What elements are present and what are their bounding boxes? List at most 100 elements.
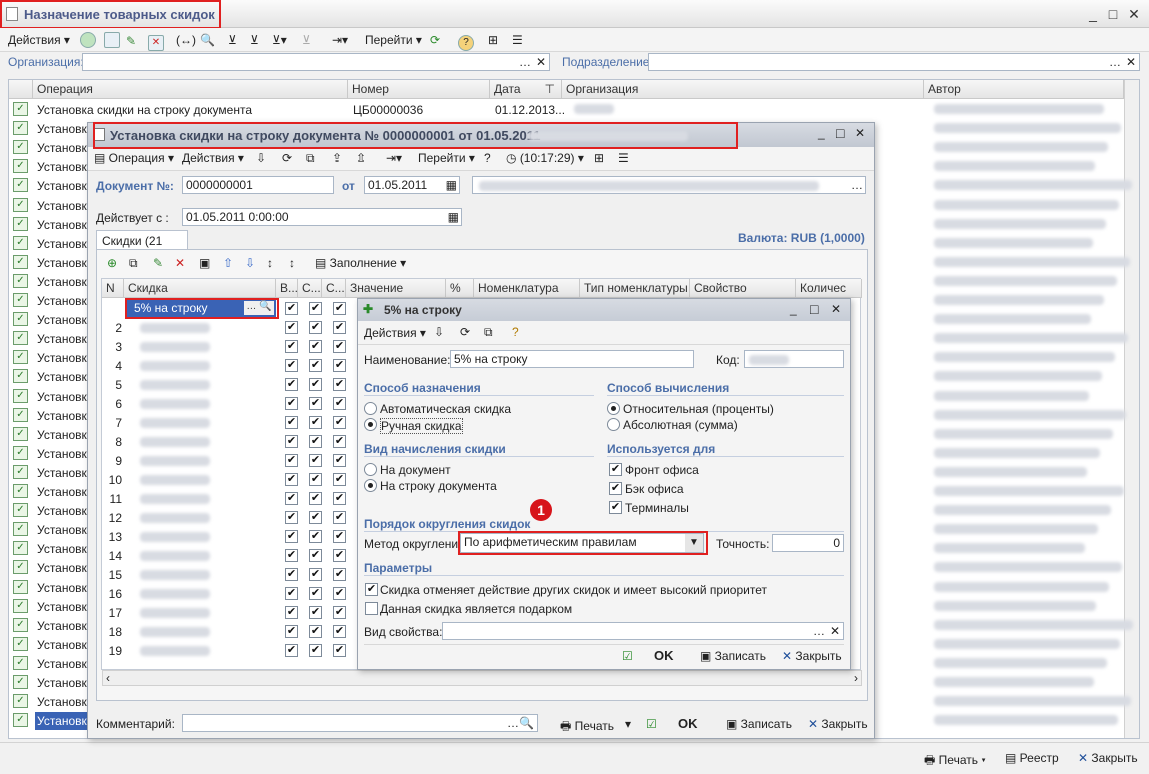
grid-checkbox[interactable]: ✔ [333,549,346,562]
grid-checkbox[interactable]: ✔ [333,587,346,600]
accrual-line-radio[interactable] [364,479,377,492]
grid-checkbox[interactable]: ✔ [309,435,322,448]
col-number[interactable]: Номер [348,80,490,99]
grid-checkbox[interactable]: ✔ [285,378,298,391]
add-icon[interactable]: ⊕ [107,256,117,270]
filter-clear-icon[interactable]: ⊻ [302,31,311,49]
grid-col-header[interactable]: N [102,279,124,298]
grid-checkbox[interactable]: ✔ [285,492,298,505]
grid-checkbox[interactable]: ✔ [285,625,298,638]
help-icon[interactable]: ? [458,32,474,51]
based-on-icon[interactable]: ⇪ [332,151,342,165]
help-icon[interactable]: ? [484,151,491,165]
grid-checkbox[interactable]: ✔ [333,644,346,657]
code-field[interactable] [744,350,844,368]
delete-icon[interactable]: ✕ [148,32,164,51]
grid-checkbox[interactable]: ✔ [309,492,322,505]
grid-checkbox[interactable]: ✔ [333,302,346,315]
grid-checkbox[interactable]: ✔ [285,321,298,334]
refresh-icon[interactable]: ⟳ [460,325,470,339]
maximize-icon[interactable]: □ [836,125,844,141]
grid-checkbox[interactable]: ✔ [333,530,346,543]
print-button[interactable]: 🖶 Печать ▾ [924,751,986,772]
grid-col-header[interactable]: Количес [796,279,862,298]
move-down-icon[interactable]: ⇩ [245,256,255,270]
refresh-icon[interactable]: ⟳ [282,151,292,165]
grid-checkbox[interactable]: ✔ [333,511,346,524]
copy-icon[interactable]: ⧉ [129,256,138,271]
grid-checkbox[interactable]: ✔ [285,568,298,581]
post-icon[interactable]: ⇩ [256,151,266,165]
tree-icon[interactable]: ⊞ [488,31,498,49]
grid-checkbox[interactable]: ✔ [333,397,346,410]
ok-button[interactable]: OK [654,648,674,663]
grid-checkbox[interactable]: ✔ [285,340,298,353]
add-icon[interactable] [80,32,96,50]
used-front-checkbox[interactable]: ✔ [609,463,622,476]
edit-icon[interactable]: ✎ [126,32,136,50]
grid-checkbox[interactable]: ✔ [285,397,298,410]
grid-checkbox[interactable]: ✔ [333,435,346,448]
close-button[interactable]: ✕ Закрыть [808,717,868,731]
grid-checkbox[interactable]: ✔ [333,568,346,581]
grid-checkbox[interactable]: ✔ [285,511,298,524]
grid-checkbox[interactable]: ✔ [285,359,298,372]
precision-field[interactable]: 0 [772,534,844,552]
org-field[interactable]: … ✕ [82,53,550,71]
grid-col-header[interactable]: % [446,279,474,298]
fill-menu[interactable]: ▤ Заполнение ▾ [315,256,406,270]
close-button[interactable]: ✕ Закрыть [1078,751,1138,765]
help-icon[interactable]: ? [512,325,519,339]
minimize-icon[interactable]: _ [790,302,797,316]
grid-checkbox[interactable]: ✔ [333,321,346,334]
grid-checkbox[interactable]: ✔ [309,454,322,467]
grid-checkbox[interactable]: ✔ [309,416,322,429]
tree-icon[interactable]: ⊞ [594,151,604,165]
copy-icon[interactable]: ⧉ [484,325,493,340]
grid-checkbox[interactable]: ✔ [285,302,298,315]
grid-checkbox[interactable]: ✔ [333,340,346,353]
grid-checkbox[interactable]: ✔ [333,606,346,619]
copy-icon[interactable] [104,32,120,50]
grid-checkbox[interactable]: ✔ [309,587,322,600]
valid-from-field[interactable]: 01.05.2011 0:00:00 ▦ [182,208,462,226]
grid-checkbox[interactable]: ✔ [333,473,346,486]
sort-asc-icon[interactable]: ↕ [267,256,273,270]
save-close-icon[interactable]: ⇩ [434,325,444,339]
col-author[interactable]: Автор [924,80,1124,99]
doc-org-field[interactable]: … [472,176,866,194]
goto-menu[interactable]: Перейти ▾ [418,151,475,165]
grid-checkbox[interactable]: ✔ [285,473,298,486]
actions-menu[interactable]: Действия ▾ [182,151,244,165]
operation-menu[interactable]: ▤ Операция ▾ [94,151,174,165]
calc-abs-radio[interactable] [607,418,620,431]
assign-manual-radio[interactable] [364,418,377,431]
clock-icon[interactable]: ◷ (10:17:29) ▾ [506,151,584,165]
main-scrollbar[interactable] [1124,80,1139,738]
grid-checkbox[interactable]: ✔ [309,549,322,562]
grid-col-header[interactable]: Свойство [690,279,796,298]
grid-checkbox[interactable]: ✔ [285,454,298,467]
save-button[interactable]: ▣ Записать [726,717,792,731]
param2-checkbox[interactable] [365,602,378,615]
grid-col-header[interactable]: С... [298,279,322,298]
assign-auto-radio[interactable] [364,402,377,415]
grid-checkbox[interactable]: ✔ [333,492,346,505]
accrual-doc-radio[interactable] [364,463,377,476]
close-button[interactable]: ✕ Закрыть [782,649,842,663]
delete-icon[interactable]: ✕ [175,256,185,270]
grid-col-header[interactable]: Номенклатура [474,279,580,298]
print-dropdown-icon[interactable]: ▾ [625,717,631,731]
close-icon[interactable]: ✕ [855,126,865,140]
close-icon[interactable]: ✕ [1126,6,1142,22]
actions-menu[interactable]: Действия ▾ [8,31,70,49]
prop-field[interactable]: … ✕ [442,622,844,640]
maximize-icon[interactable]: □ [1105,6,1121,22]
grid-checkbox[interactable]: ✔ [285,587,298,600]
grid-checkbox[interactable]: ✔ [309,378,322,391]
ok-button[interactable]: OK [678,716,698,731]
grid-checkbox[interactable]: ✔ [333,359,346,372]
maximize-icon[interactable]: □ [810,301,818,317]
grid-checkbox[interactable]: ✔ [333,378,346,391]
used-back-checkbox[interactable]: ✔ [609,482,622,495]
